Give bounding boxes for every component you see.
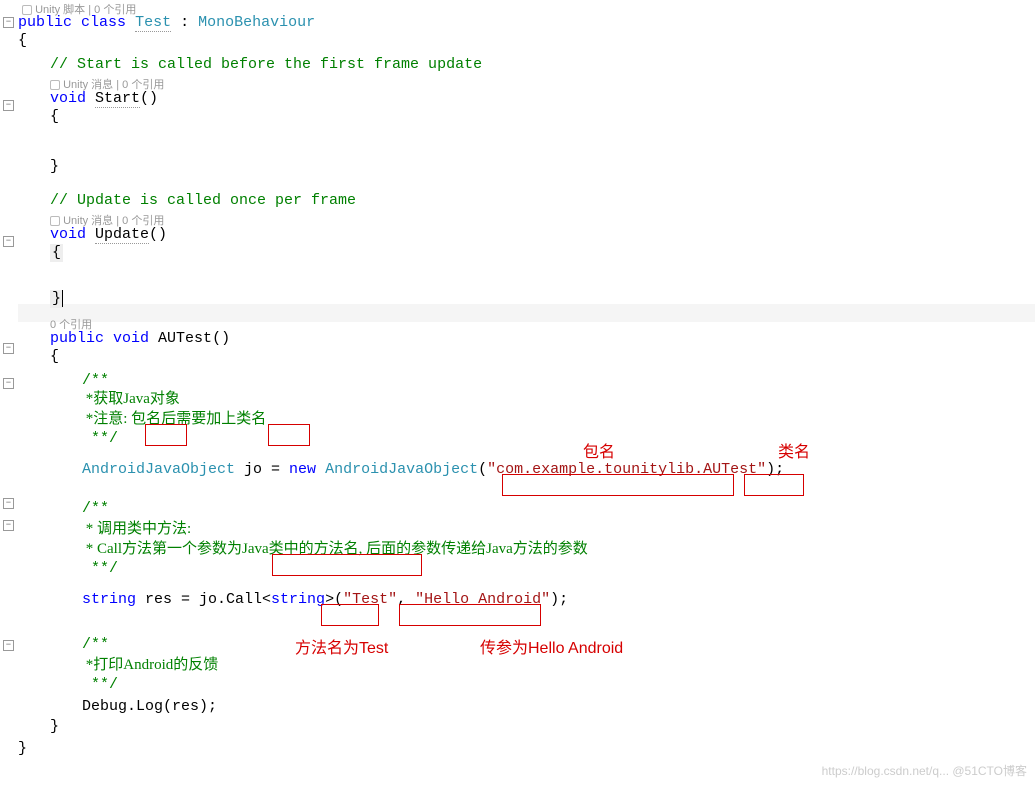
doc-comment: *打印Android的反馈 (82, 656, 218, 674)
fold-marker[interactable]: − (3, 100, 14, 111)
annotation-box-test-string (321, 604, 379, 626)
current-line-highlight (18, 304, 1035, 322)
doc-comment: **/ (82, 676, 118, 694)
fold-marker[interactable]: − (3, 520, 14, 531)
gutter: − − − − − − − − (0, 0, 20, 783)
fold-marker[interactable]: − (3, 343, 14, 354)
doc-comment: **/ (82, 560, 118, 578)
brace: { (50, 108, 59, 126)
annotation-box-pkg-string (502, 474, 734, 496)
code-line-debuglog: Debug.Log(res); (82, 698, 217, 716)
doc-comment: /** (82, 636, 109, 654)
brace: } (50, 158, 59, 176)
doc-comment: /** (82, 372, 109, 390)
annotation-box-cls-string (744, 474, 804, 496)
fold-marker[interactable]: − (3, 378, 14, 389)
annotation-cls: 类名 (778, 438, 810, 462)
brace: } (50, 718, 59, 736)
annotation-box-methodname-comment (272, 554, 422, 576)
doc-comment: **/ (82, 430, 118, 448)
method-autest: public void AUTest() (50, 330, 230, 348)
comment-update: // Update is called once per frame (50, 192, 356, 210)
doc-comment: /** (82, 500, 109, 518)
method-update: void Update() (50, 226, 167, 244)
annotation-method: 方法名为Test (295, 634, 388, 658)
brace: { (18, 32, 27, 50)
annotation-box-hello-string (399, 604, 541, 626)
watermark: https://blog.csdn.net/q... @51CTO博客 (822, 762, 1027, 779)
class-declaration: public class Test : MonoBehaviour (18, 14, 315, 32)
method-start: void Start() (50, 90, 158, 108)
annotation-pkg: 包名 (583, 438, 615, 462)
fold-marker[interactable]: − (3, 498, 14, 509)
annotation-box-pkg-comment (145, 424, 187, 446)
comment-start: // Start is called before the first fram… (50, 56, 482, 74)
caret (62, 290, 63, 307)
annotation-param: 传参为Hello Android (480, 634, 623, 658)
doc-comment: * 调用类中方法: (82, 520, 191, 538)
fold-marker[interactable]: − (3, 236, 14, 247)
brace-hl: { (50, 244, 63, 262)
brace: { (50, 348, 59, 366)
doc-comment: *获取Java对象 (82, 390, 180, 408)
brace: } (18, 740, 27, 758)
annotation-box-cls-comment (268, 424, 310, 446)
fold-marker[interactable]: − (3, 17, 14, 28)
fold-marker[interactable]: − (3, 640, 14, 651)
